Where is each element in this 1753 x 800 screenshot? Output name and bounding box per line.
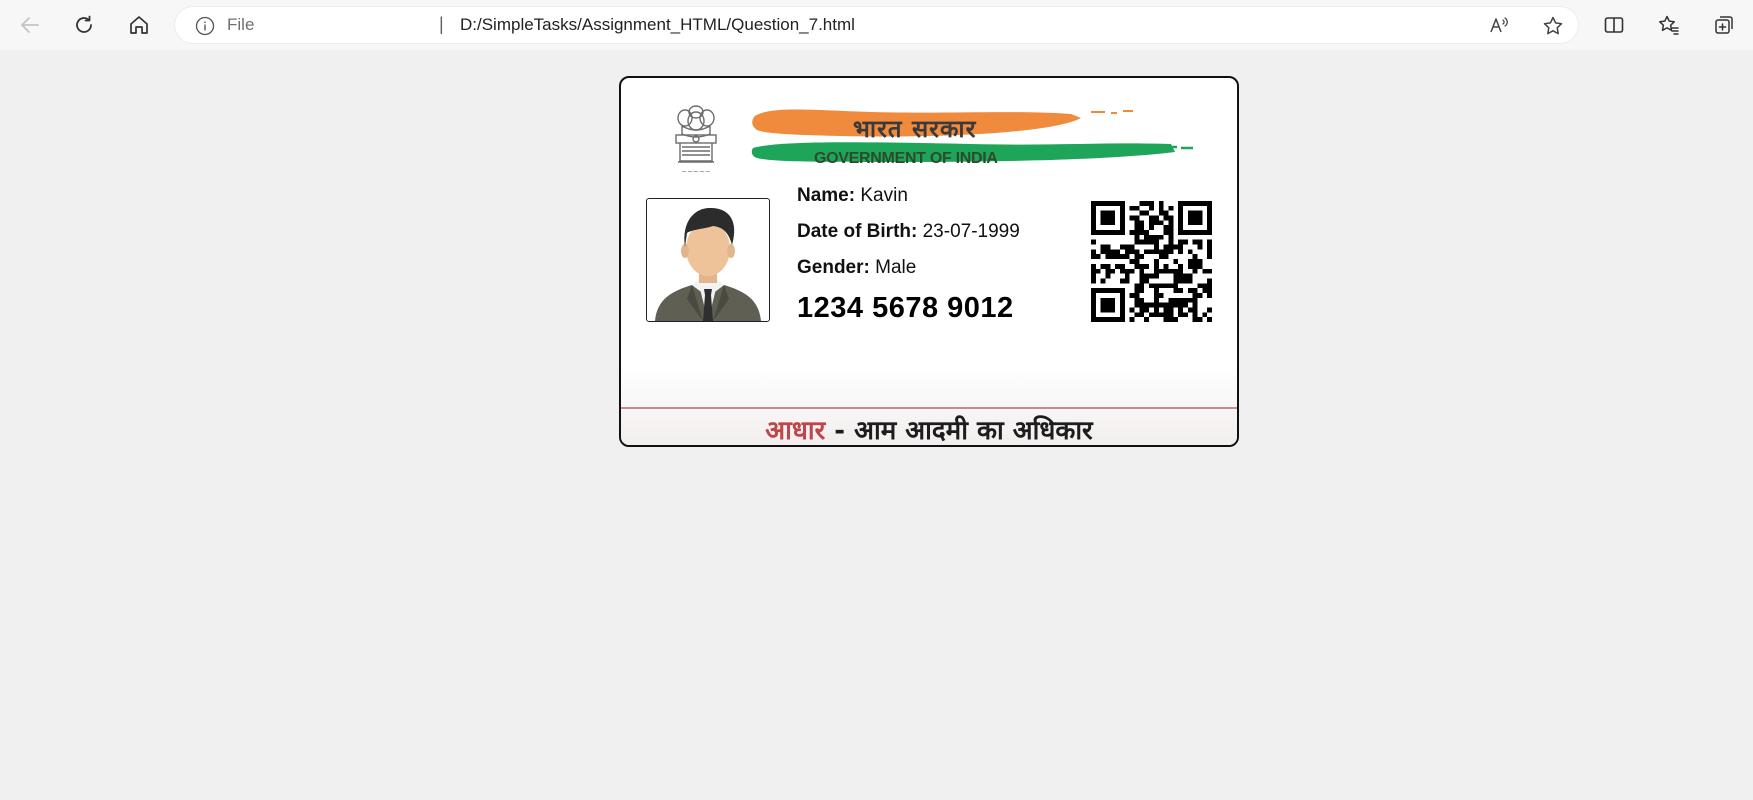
name-label: Name:	[797, 185, 856, 206]
dob-row: Date of Birth: 23-07-1999	[797, 214, 1020, 250]
qr-code-icon	[1091, 201, 1212, 322]
refresh-button[interactable]	[66, 8, 102, 42]
footer-rest: - आम आदमी का अधिकार	[825, 416, 1093, 446]
address-separator: |	[439, 14, 444, 34]
gov-title-hindi: भारत सरकार	[853, 115, 977, 143]
split-screen-icon	[1604, 17, 1624, 33]
info-icon[interactable]	[195, 16, 215, 36]
gender-label: Gender:	[797, 257, 870, 278]
national-emblem-icon: ~~~~~	[675, 105, 717, 176]
person-avatar-icon	[655, 207, 761, 321]
gov-title-english: GOVERNMENT OF INDIA	[814, 150, 998, 167]
footer-tagline: आधार - आम आदमी का अधिकार	[621, 411, 1237, 446]
aadhaar-number: 1234 5678 9012	[797, 292, 1014, 324]
split-screen-button[interactable]	[1596, 8, 1632, 42]
aadhaar-card: ~~~~~ भारत सरकार GOVERNMENT OF INDIA Nam…	[619, 76, 1239, 447]
address-url[interactable]: D:/SimpleTasks/Assignment_HTML/Question_…	[460, 15, 855, 35]
footer-accent: आधार	[765, 416, 826, 446]
svg-text:~~~~~: ~~~~~	[681, 168, 710, 176]
home-button[interactable]	[121, 8, 157, 42]
star-icon[interactable]	[1541, 14, 1565, 38]
favorites-icon	[1659, 15, 1679, 35]
refresh-icon	[76, 15, 92, 33]
back-button[interactable]	[12, 8, 48, 42]
favorites-button[interactable]	[1651, 8, 1687, 42]
name-value: Kavin	[860, 185, 908, 206]
holder-details: Name: Kavin Date of Birth: 23-07-1999 Ge…	[797, 178, 1020, 286]
home-icon	[130, 16, 148, 34]
read-aloud-icon[interactable]	[1487, 14, 1511, 38]
address-bar[interactable]: File | D:/SimpleTasks/Assignment_HTML/Qu…	[175, 7, 1578, 43]
collections-icon	[1715, 16, 1733, 34]
footer-divider	[621, 407, 1237, 409]
dob-value: 23-07-1999	[922, 221, 1020, 242]
holder-photo	[646, 198, 770, 322]
name-row: Name: Kavin	[797, 178, 1020, 214]
dob-label: Date of Birth:	[797, 221, 918, 242]
browser-toolbar: File | D:/SimpleTasks/Assignment_HTML/Qu…	[0, 0, 1753, 50]
gender-value: Male	[875, 257, 917, 278]
back-arrow-icon	[21, 17, 39, 33]
collections-button[interactable]	[1706, 8, 1742, 42]
address-scheme: File	[227, 15, 255, 34]
gender-row: Gender: Male	[797, 250, 1020, 286]
